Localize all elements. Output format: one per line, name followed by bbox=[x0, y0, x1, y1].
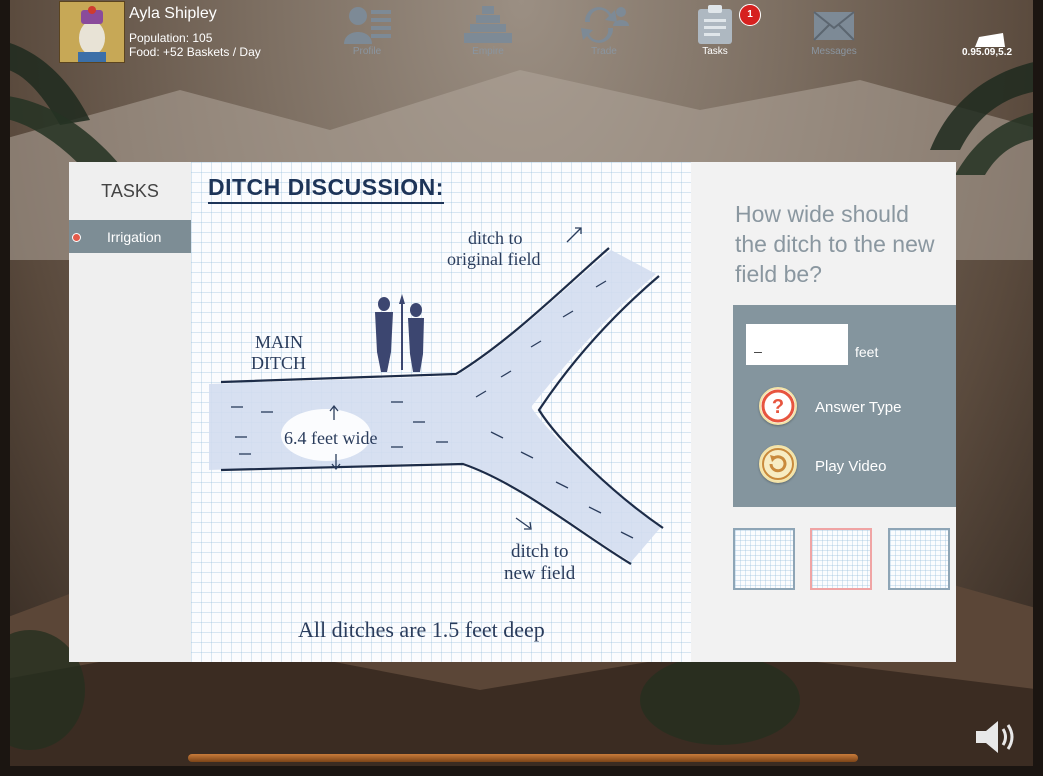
envelope-icon bbox=[813, 11, 855, 41]
label-ditch-original-line1: ditch to bbox=[468, 228, 523, 248]
sketch-caption: All ditches are 1.5 feet deep bbox=[298, 617, 545, 642]
nav-empire[interactable]: Empire bbox=[448, 4, 528, 57]
ziggurat-icon bbox=[464, 6, 512, 43]
answer-type-button[interactable]: ? bbox=[759, 387, 797, 425]
answer-type-label[interactable]: Answer Type bbox=[815, 399, 901, 416]
label-main-width: 6.4 feet wide bbox=[284, 428, 378, 448]
play-video-button[interactable] bbox=[759, 445, 797, 483]
trade-arrows-icon bbox=[581, 7, 629, 43]
task-panel: TASKS Irrigation DITCH DISCUSSION: ditch… bbox=[69, 162, 956, 662]
answer-box: feet ? Answer Type Play Video bbox=[733, 305, 956, 507]
label-ditch-new-line2: new field bbox=[504, 563, 576, 584]
question-mark-icon: ? bbox=[761, 389, 795, 423]
answer-input[interactable] bbox=[746, 324, 848, 365]
sketch-title: DITCH DISCUSSION: bbox=[208, 174, 444, 204]
nav-profile[interactable]: Profile bbox=[327, 4, 407, 57]
version-label: 0.95.09,5.2 bbox=[962, 47, 1013, 58]
ruler-portrait-icon bbox=[60, 2, 124, 62]
nav-tasks-label: Tasks bbox=[702, 46, 728, 57]
label-main-ditch-line1: MAIN bbox=[255, 332, 303, 352]
people-figures-icon bbox=[375, 294, 424, 372]
nav-trade-label: Trade bbox=[591, 46, 617, 57]
ditch-drawing bbox=[209, 227, 664, 565]
nav-profile-label: Profile bbox=[352, 46, 382, 57]
ditch-sketch: DITCH DISCUSSION: ditch to original fiel… bbox=[191, 162, 691, 662]
player-food: Food: +52 Baskets / Day bbox=[129, 45, 261, 59]
thumbnail-2[interactable] bbox=[810, 528, 872, 590]
flag-icon bbox=[975, 33, 1005, 47]
nav-trade[interactable]: Trade bbox=[564, 4, 644, 57]
player-avatar[interactable] bbox=[59, 1, 125, 63]
player-population: Population: 105 bbox=[129, 31, 213, 45]
speaker-icon[interactable] bbox=[972, 719, 1018, 755]
label-ditch-new-line1: ditch to bbox=[511, 541, 569, 562]
clipboard-icon bbox=[698, 5, 732, 44]
play-video-label[interactable]: Play Video bbox=[815, 458, 886, 475]
tasks-notification-badge: 1 bbox=[739, 4, 761, 26]
replay-icon bbox=[762, 448, 794, 480]
sidebar-item-label: Irrigation bbox=[107, 229, 162, 245]
nav-empire-label: Empire bbox=[472, 46, 504, 57]
svg-text:?: ? bbox=[772, 396, 784, 418]
sidebar-item-irrigation[interactable]: Irrigation bbox=[69, 220, 191, 253]
nav-messages[interactable]: Messages bbox=[794, 4, 874, 57]
task-status-dot-icon bbox=[72, 233, 81, 242]
answer-unit-label: feet bbox=[855, 344, 879, 360]
bottom-tray-handle[interactable] bbox=[188, 754, 858, 762]
thumbnail-3[interactable] bbox=[888, 528, 950, 590]
thumbnail-1[interactable] bbox=[733, 528, 795, 590]
answer-column: How wide should the ditch to the new fie… bbox=[691, 162, 956, 662]
label-main-ditch-line2: DITCH bbox=[251, 353, 306, 373]
tasks-title: TASKS bbox=[101, 181, 159, 201]
question-text: How wide should the ditch to the new fie… bbox=[735, 201, 935, 287]
tasks-sidebar: TASKS Irrigation bbox=[69, 162, 191, 662]
nav-messages-label: Messages bbox=[811, 46, 857, 57]
label-ditch-original-line2: original field bbox=[447, 249, 541, 269]
profile-icon bbox=[344, 7, 391, 44]
player-name: Ayla Shipley bbox=[129, 5, 217, 22]
